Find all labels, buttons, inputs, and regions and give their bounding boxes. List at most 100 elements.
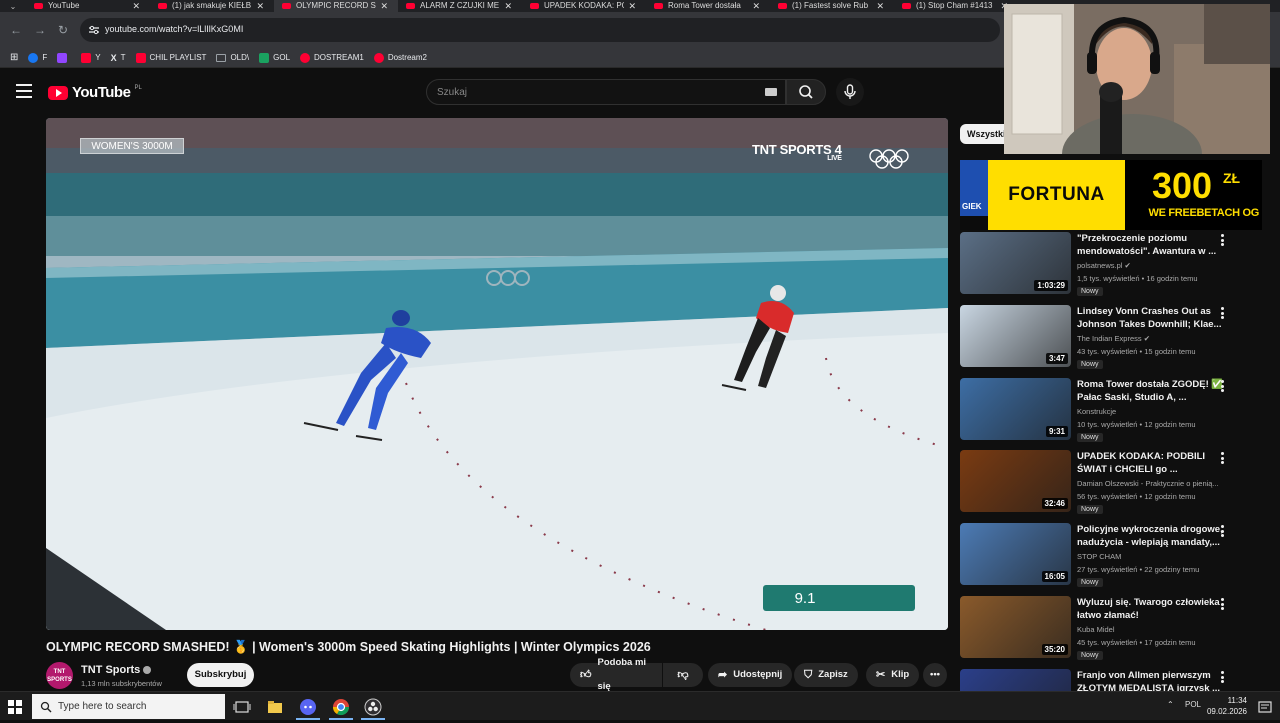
bookmark-dostream1[interactable]: DOSTREAM1 xyxy=(298,50,366,66)
bookmark-folder-old[interactable]: OLD\ xyxy=(214,50,251,66)
recommended-video[interactable]: 35:20 Wyluzuj się. Twarogo człowieka łatw… xyxy=(960,596,1272,662)
video-thumbnail[interactable]: 1:03:29 xyxy=(960,232,1071,294)
share-button[interactable]: ➦ Udostępnij xyxy=(708,663,793,687)
bookmark-facebook[interactable]: F xyxy=(26,50,49,66)
dislike-button[interactable]: 👎︎ xyxy=(663,663,703,687)
youtube-icon xyxy=(81,52,92,63)
recommended-video-title[interactable]: Roma Tower dostała ZGODĘ! ✅ Pałac Saski,… xyxy=(1077,378,1235,404)
save-button[interactable]: ⛉ Zapisz xyxy=(794,663,858,687)
task-view-icon[interactable] xyxy=(231,696,253,718)
close-tab-icon[interactable]: ✕ xyxy=(380,0,388,12)
recommended-video[interactable]: Franjo von Allmen pierwszym ZŁOTYM MEDAL… xyxy=(960,669,1272,691)
menu-icon[interactable] xyxy=(16,84,32,98)
bookmark-youtube[interactable]: Y xyxy=(79,50,102,66)
more-vertical-icon[interactable] xyxy=(1221,525,1225,537)
recommended-video-title[interactable]: UPADEK KODAKA: PODBILI ŚWIAT i CHCIELI g… xyxy=(1077,450,1235,476)
search-input[interactable] xyxy=(427,80,747,104)
close-tab-icon[interactable]: ✕ xyxy=(628,0,636,12)
taskbar-clock[interactable]: 11:34 09.02.2026 xyxy=(1205,695,1247,717)
video-thumbnail[interactable]: 32:46 xyxy=(960,450,1071,512)
video-thumbnail[interactable]: 9:31 xyxy=(960,378,1071,440)
close-tab-icon[interactable]: ✕ xyxy=(132,0,140,12)
sponsored-ad[interactable]: GIEK FORTUNA 300 ZŁ WE FREEBETACH OG xyxy=(960,160,1262,230)
recommended-video[interactable]: 32:46 UPADEK KODAKA: PODBILI ŚWIAT i CHCI… xyxy=(960,450,1272,516)
browser-tab[interactable]: YouTube ✕ xyxy=(26,0,150,12)
keyboard-icon[interactable] xyxy=(765,88,777,96)
recommended-meta: 43 tys. wyświetleń • 15 godzin temu xyxy=(1077,347,1196,356)
bookmark-gol[interactable]: GOL xyxy=(257,50,292,66)
browser-tab[interactable]: Roma Tower dostała ✕ xyxy=(646,0,770,12)
back-icon[interactable]: ← xyxy=(8,22,24,38)
recommended-video[interactable]: 1:03:29 "Przekroczenie poziomu mendowatoś… xyxy=(960,232,1272,298)
clip-button[interactable]: ✂ Klip xyxy=(866,663,920,687)
recommended-video-title[interactable]: "Przekroczenie poziomu mendowatości". Aw… xyxy=(1077,232,1235,258)
video-thumbnail[interactable] xyxy=(960,669,1071,691)
more-vertical-icon[interactable] xyxy=(1221,307,1225,319)
video-player[interactable]: WOMEN'S 3000M TNT SPORTS 4 LIVE 9.1 xyxy=(46,118,948,630)
recommended-video[interactable]: 16:05 Policyjne wykroczenia drogowe, nadu… xyxy=(960,523,1272,589)
discord-icon[interactable] xyxy=(297,696,319,718)
browser-tab[interactable]: ALARM Z CZUJKI ME ✕ xyxy=(398,0,522,12)
bookmark-dostream2[interactable]: Dostream2 xyxy=(372,50,429,66)
microphone-icon xyxy=(844,84,856,99)
recommended-channel[interactable]: STOP CHAM xyxy=(1077,552,1227,561)
recommended-video-title[interactable]: Franjo von Allmen pierwszym ZŁOTYM MEDAL… xyxy=(1077,669,1235,691)
more-vertical-icon[interactable] xyxy=(1221,598,1225,610)
video-thumbnail[interactable]: 16:05 xyxy=(960,523,1071,585)
more-vertical-icon[interactable] xyxy=(1221,380,1225,392)
tray-chevron-icon[interactable]: ⌃ xyxy=(1167,700,1174,709)
more-vertical-icon[interactable] xyxy=(1221,234,1225,246)
recommended-video[interactable]: 3:47 Lindsey Vonn Crashes Out as Johnson … xyxy=(960,305,1272,371)
channel-avatar[interactable]: TNT SPORTS xyxy=(46,662,73,689)
search-button[interactable] xyxy=(786,79,826,105)
tab-search-icon[interactable]: ⌄ xyxy=(0,0,26,12)
like-button[interactable]: 👍︎ Podoba mi się xyxy=(570,657,662,692)
recommended-channel[interactable]: The Indian Express ✔ xyxy=(1077,334,1227,343)
obs-icon[interactable] xyxy=(362,696,384,718)
browser-tab[interactable]: (1) Stop Cham #1413✕ xyxy=(894,0,1018,12)
input-language[interactable]: POL xyxy=(1185,700,1201,709)
notifications-icon[interactable] xyxy=(1254,696,1276,718)
bookmark-x[interactable]: XT xyxy=(109,50,128,66)
recommended-channel[interactable]: Damian Olszewski - Praktycznie o pienią.… xyxy=(1077,479,1227,488)
file-explorer-icon[interactable] xyxy=(264,696,286,718)
recommended-channel[interactable]: polsatnews.pl ✔ xyxy=(1077,261,1227,270)
recommended-video-title[interactable]: Lindsey Vonn Crashes Out as Johnson Take… xyxy=(1077,305,1235,331)
close-tab-icon[interactable]: ✕ xyxy=(752,0,760,12)
recommended-video-title[interactable]: Policyjne wykroczenia drogowe, nadużycia… xyxy=(1077,523,1235,549)
more-vertical-icon[interactable] xyxy=(1221,452,1225,464)
address-bar[interactable]: youtube.com/watch?v=lLlIlKxG0MI xyxy=(80,18,1000,42)
browser-tab[interactable]: UPADEK KODAKA: PO ✕ xyxy=(522,0,646,12)
new-badge: Nowy xyxy=(1077,433,1103,442)
video-thumbnail[interactable]: 3:47 xyxy=(960,305,1071,367)
site-settings-icon[interactable] xyxy=(88,24,100,36)
video-thumbnail[interactable]: 35:20 xyxy=(960,596,1071,658)
more-actions-button[interactable]: ••• xyxy=(923,663,947,687)
verified-icon: ✔ xyxy=(1124,261,1131,270)
apps-grid-icon[interactable]: ⊞ xyxy=(8,50,20,66)
recommended-channel[interactable]: Konstrukcje xyxy=(1077,407,1227,416)
youtube-favicon-icon xyxy=(158,3,167,9)
recommended-channel[interactable]: Kuba Midel xyxy=(1077,625,1227,634)
reload-icon[interactable]: ↻ xyxy=(55,22,71,38)
close-tab-icon[interactable]: ✕ xyxy=(504,0,512,12)
recommended-video[interactable]: 9:31 Roma Tower dostała ZGODĘ! ✅ Pałac Sa… xyxy=(960,378,1272,444)
bookmark-twitch[interactable] xyxy=(55,50,73,66)
voice-search-button[interactable] xyxy=(836,78,864,106)
forward-icon[interactable]: → xyxy=(32,22,48,38)
browser-tab[interactable]: (1) Fastest solve Rub ✕ xyxy=(770,0,894,12)
address-url: youtube.com/watch?v=lLlIlKxG0MI xyxy=(105,24,244,34)
chrome-icon[interactable] xyxy=(330,696,352,718)
bookmark-chil-playlist[interactable]: CHIL PLAYLIST xyxy=(134,50,209,66)
close-tab-icon[interactable]: ✕ xyxy=(876,0,884,12)
windows-start-icon[interactable] xyxy=(8,700,22,714)
more-vertical-icon[interactable] xyxy=(1221,671,1225,683)
browser-tab[interactable]: (1) jak smakuje KIEŁB ✕ xyxy=(150,0,274,12)
recommended-video-title[interactable]: Wyluzuj się. Twarogo człowieka łatwo zła… xyxy=(1077,596,1235,622)
browser-tab-active[interactable]: OLYMPIC RECORD SM ✕ xyxy=(274,0,398,12)
taskbar-search-input[interactable] xyxy=(58,698,218,715)
subscribe-button[interactable]: Subskrybuj xyxy=(187,663,254,687)
channel-name[interactable]: TNT Sports xyxy=(81,664,152,676)
close-tab-icon[interactable]: ✕ xyxy=(256,0,264,12)
youtube-logo[interactable]: YouTube PL xyxy=(48,84,142,101)
